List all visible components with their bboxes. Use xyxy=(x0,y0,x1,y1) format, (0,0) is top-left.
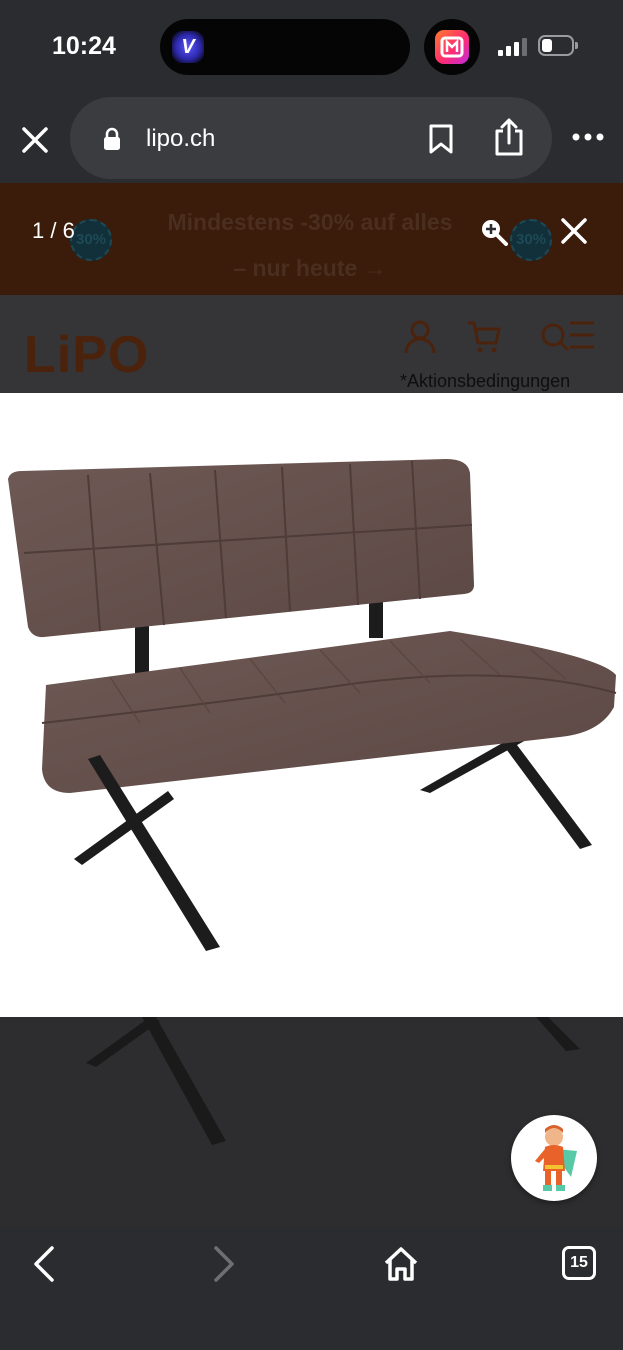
image-counter: 1 / 6 xyxy=(32,218,75,243)
battery-nub xyxy=(575,42,578,49)
dynamic-island[interactable]: V xyxy=(160,19,410,75)
promo-text: Mindestens -30% auf alles – nur heute → xyxy=(110,199,510,291)
share-icon[interactable] xyxy=(492,117,526,157)
clock: 10:24 xyxy=(52,32,116,60)
user-icon xyxy=(404,320,436,354)
cart-icon xyxy=(468,321,501,353)
zoom-in-icon[interactable] xyxy=(480,218,508,246)
home-icon[interactable] xyxy=(381,1244,421,1284)
site-header: LiPO *Aktionsbedingungen xyxy=(0,295,623,393)
tabs-icon[interactable]: 15 xyxy=(562,1246,596,1280)
chat-assistant-button[interactable] xyxy=(511,1115,597,1201)
promo-banner: 30% Mindestens -30% auf alles – nur heut… xyxy=(0,183,623,295)
forward-icon[interactable] xyxy=(202,1244,242,1284)
product-image[interactable] xyxy=(0,393,623,1017)
browser-bottom-bar: 15 xyxy=(0,1227,623,1350)
superhero-mascot-icon xyxy=(535,1125,577,1191)
bench-illustration xyxy=(8,459,617,951)
address-bar[interactable]: lipo.ch xyxy=(70,97,552,179)
status-bar: 10:24 V xyxy=(0,0,623,95)
close-icon[interactable] xyxy=(18,123,52,157)
more-icon[interactable] xyxy=(572,130,604,144)
close-icon[interactable] xyxy=(560,217,588,245)
discount-badge: 30% xyxy=(510,219,552,261)
lock-icon xyxy=(104,127,120,150)
battery-level xyxy=(542,39,552,52)
url-text[interactable]: lipo.ch xyxy=(146,125,215,153)
live-activity-bubble[interactable] xyxy=(424,19,480,75)
signal-icon xyxy=(498,36,528,56)
video-app-icon xyxy=(435,30,469,64)
browser-toolbar: lipo.ch xyxy=(0,95,623,183)
bookmark-icon[interactable] xyxy=(426,123,456,155)
back-icon[interactable] xyxy=(26,1244,66,1284)
vpn-app-icon: V xyxy=(172,31,204,63)
discount-badge: 30% xyxy=(70,219,112,261)
promo-line-2: – nur heute → xyxy=(233,255,387,281)
battery-icon xyxy=(538,35,574,56)
lipo-logo: LiPO xyxy=(24,326,150,384)
search-menu-icon xyxy=(541,321,594,352)
terms-link: *Aktionsbedingungen xyxy=(400,371,571,391)
promo-line-1: Mindestens -30% auf alles xyxy=(167,209,453,235)
